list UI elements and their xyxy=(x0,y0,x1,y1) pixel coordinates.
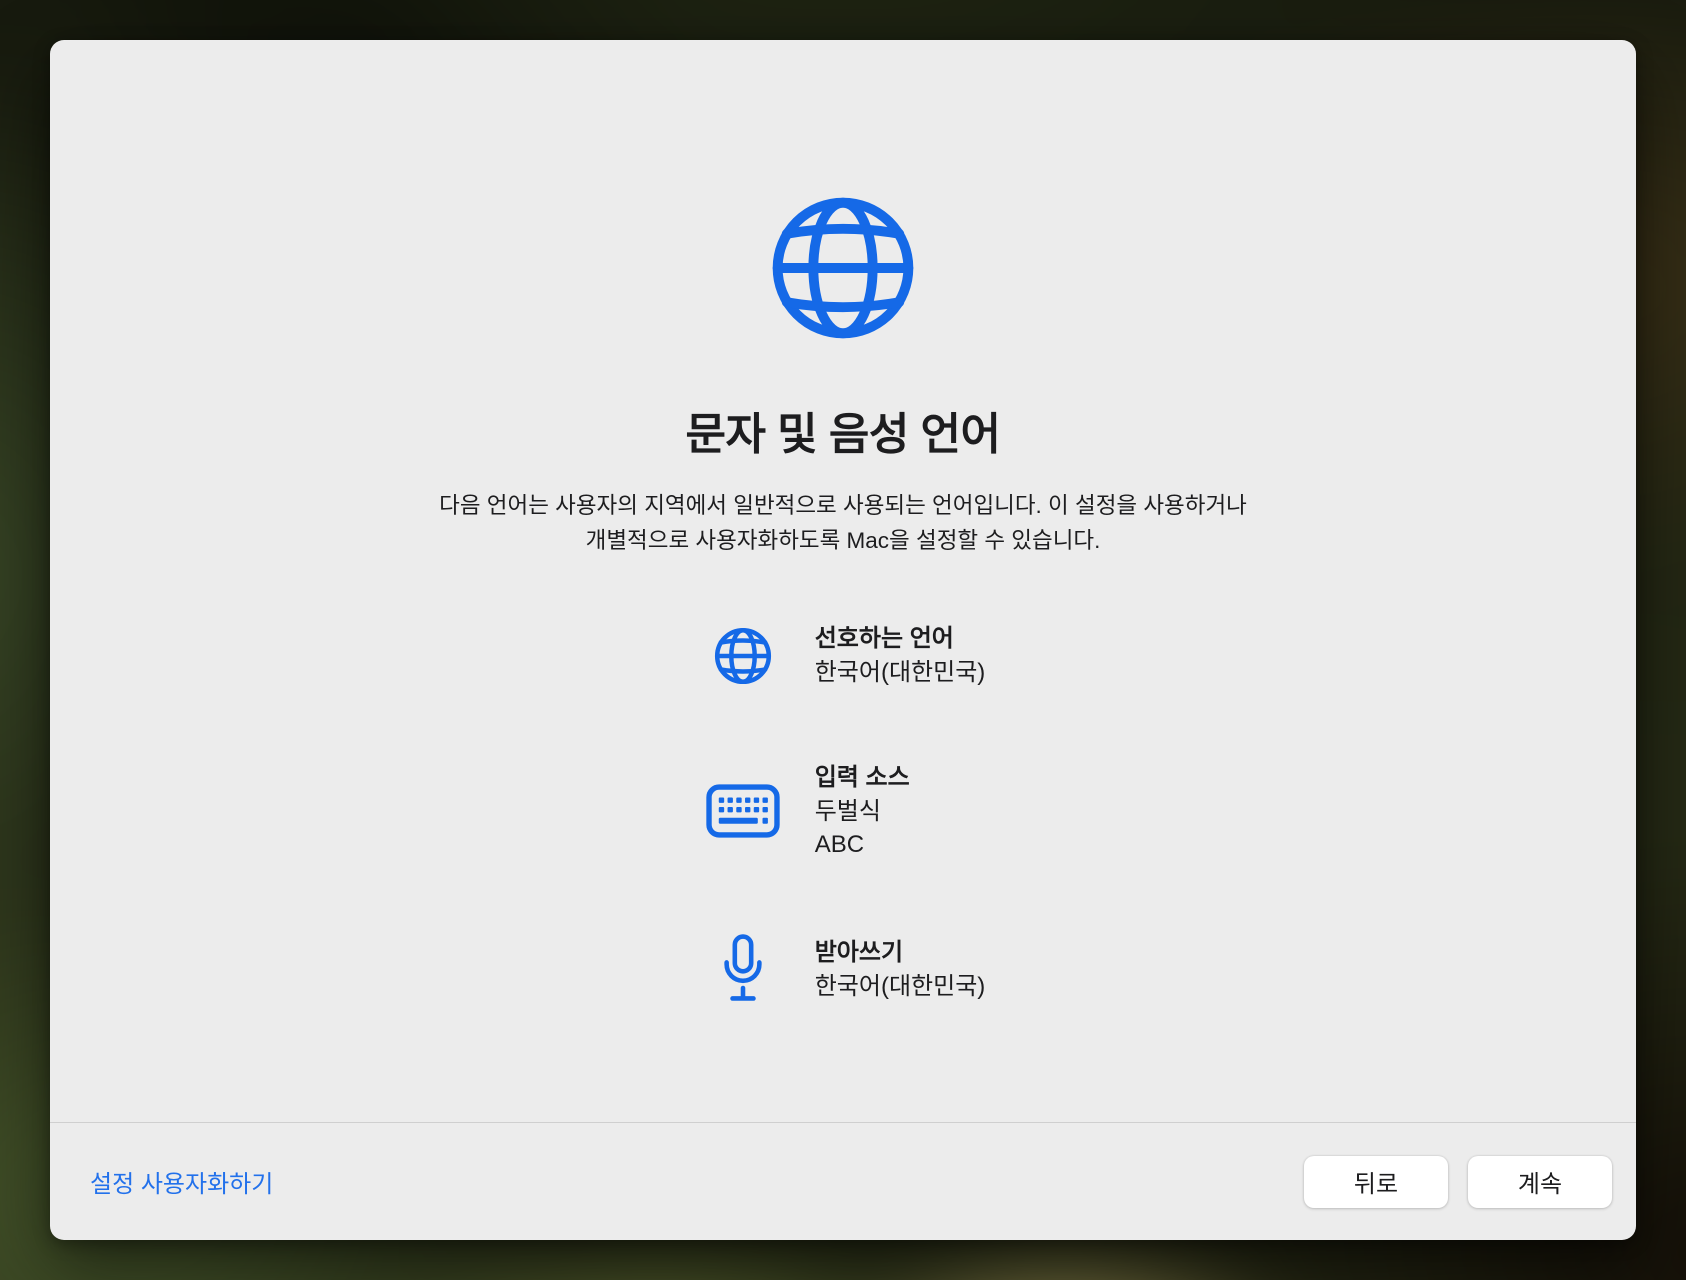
globe-icon xyxy=(701,626,785,686)
preferred-language-text: 선호하는 언어 한국어(대한민국) xyxy=(815,622,986,689)
subtitle-line-1: 다음 언어는 사용자의 지역에서 일반적으로 사용되는 언어입니다. 이 설정을… xyxy=(439,493,1247,518)
input-source-value-1: 두벌식 xyxy=(815,795,910,828)
page-title: 문자 및 음성 언어 xyxy=(685,398,1000,462)
customize-settings-link[interactable]: 설정 사용자화하기 xyxy=(90,1164,273,1199)
preferred-language-label: 선호하는 언어 xyxy=(815,622,986,656)
page-subtitle: 다음 언어는 사용자의 지역에서 일반적으로 사용되는 언어입니다. 이 설정을… xyxy=(439,488,1247,558)
language-settings-list: 선호하는 언어 한국어(대한민국) xyxy=(701,622,986,1005)
input-sources-label: 입력 소스 xyxy=(815,761,910,795)
globe-icon xyxy=(767,192,919,344)
dictation-row: 받아쓰기 한국어(대한민국) xyxy=(701,933,986,1005)
input-sources-text: 입력 소스 두벌식 ABC xyxy=(815,761,910,861)
dialog-footer: 설정 사용자화하기 뒤로 계속 xyxy=(50,1122,1636,1240)
dialog-content: 문자 및 음성 언어 다음 언어는 사용자의 지역에서 일반적으로 사용되는 언… xyxy=(50,40,1636,1122)
preferred-language-row: 선호하는 언어 한국어(대한민국) xyxy=(701,622,986,689)
keyboard-icon xyxy=(701,783,785,839)
dictation-value: 한국어(대한민국) xyxy=(815,970,986,1003)
subtitle-line-2: 개별적으로 사용자화하도록 Mac을 설정할 수 있습니다. xyxy=(586,528,1101,553)
dictation-label: 받아쓰기 xyxy=(815,936,986,970)
screen: 문자 및 음성 언어 다음 언어는 사용자의 지역에서 일반적으로 사용되는 언… xyxy=(0,0,1686,1280)
input-sources-row: 입력 소스 두벌식 ABC xyxy=(701,761,910,861)
back-button[interactable]: 뒤로 xyxy=(1304,1156,1448,1208)
microphone-icon xyxy=(701,933,785,1005)
setup-assistant-dialog: 문자 및 음성 언어 다음 언어는 사용자의 지역에서 일반적으로 사용되는 언… xyxy=(50,40,1636,1240)
continue-button[interactable]: 계속 xyxy=(1468,1156,1612,1208)
input-source-value-2: ABC xyxy=(815,828,910,861)
preferred-language-value: 한국어(대한민국) xyxy=(815,656,986,689)
dictation-text: 받아쓰기 한국어(대한민국) xyxy=(815,936,986,1003)
